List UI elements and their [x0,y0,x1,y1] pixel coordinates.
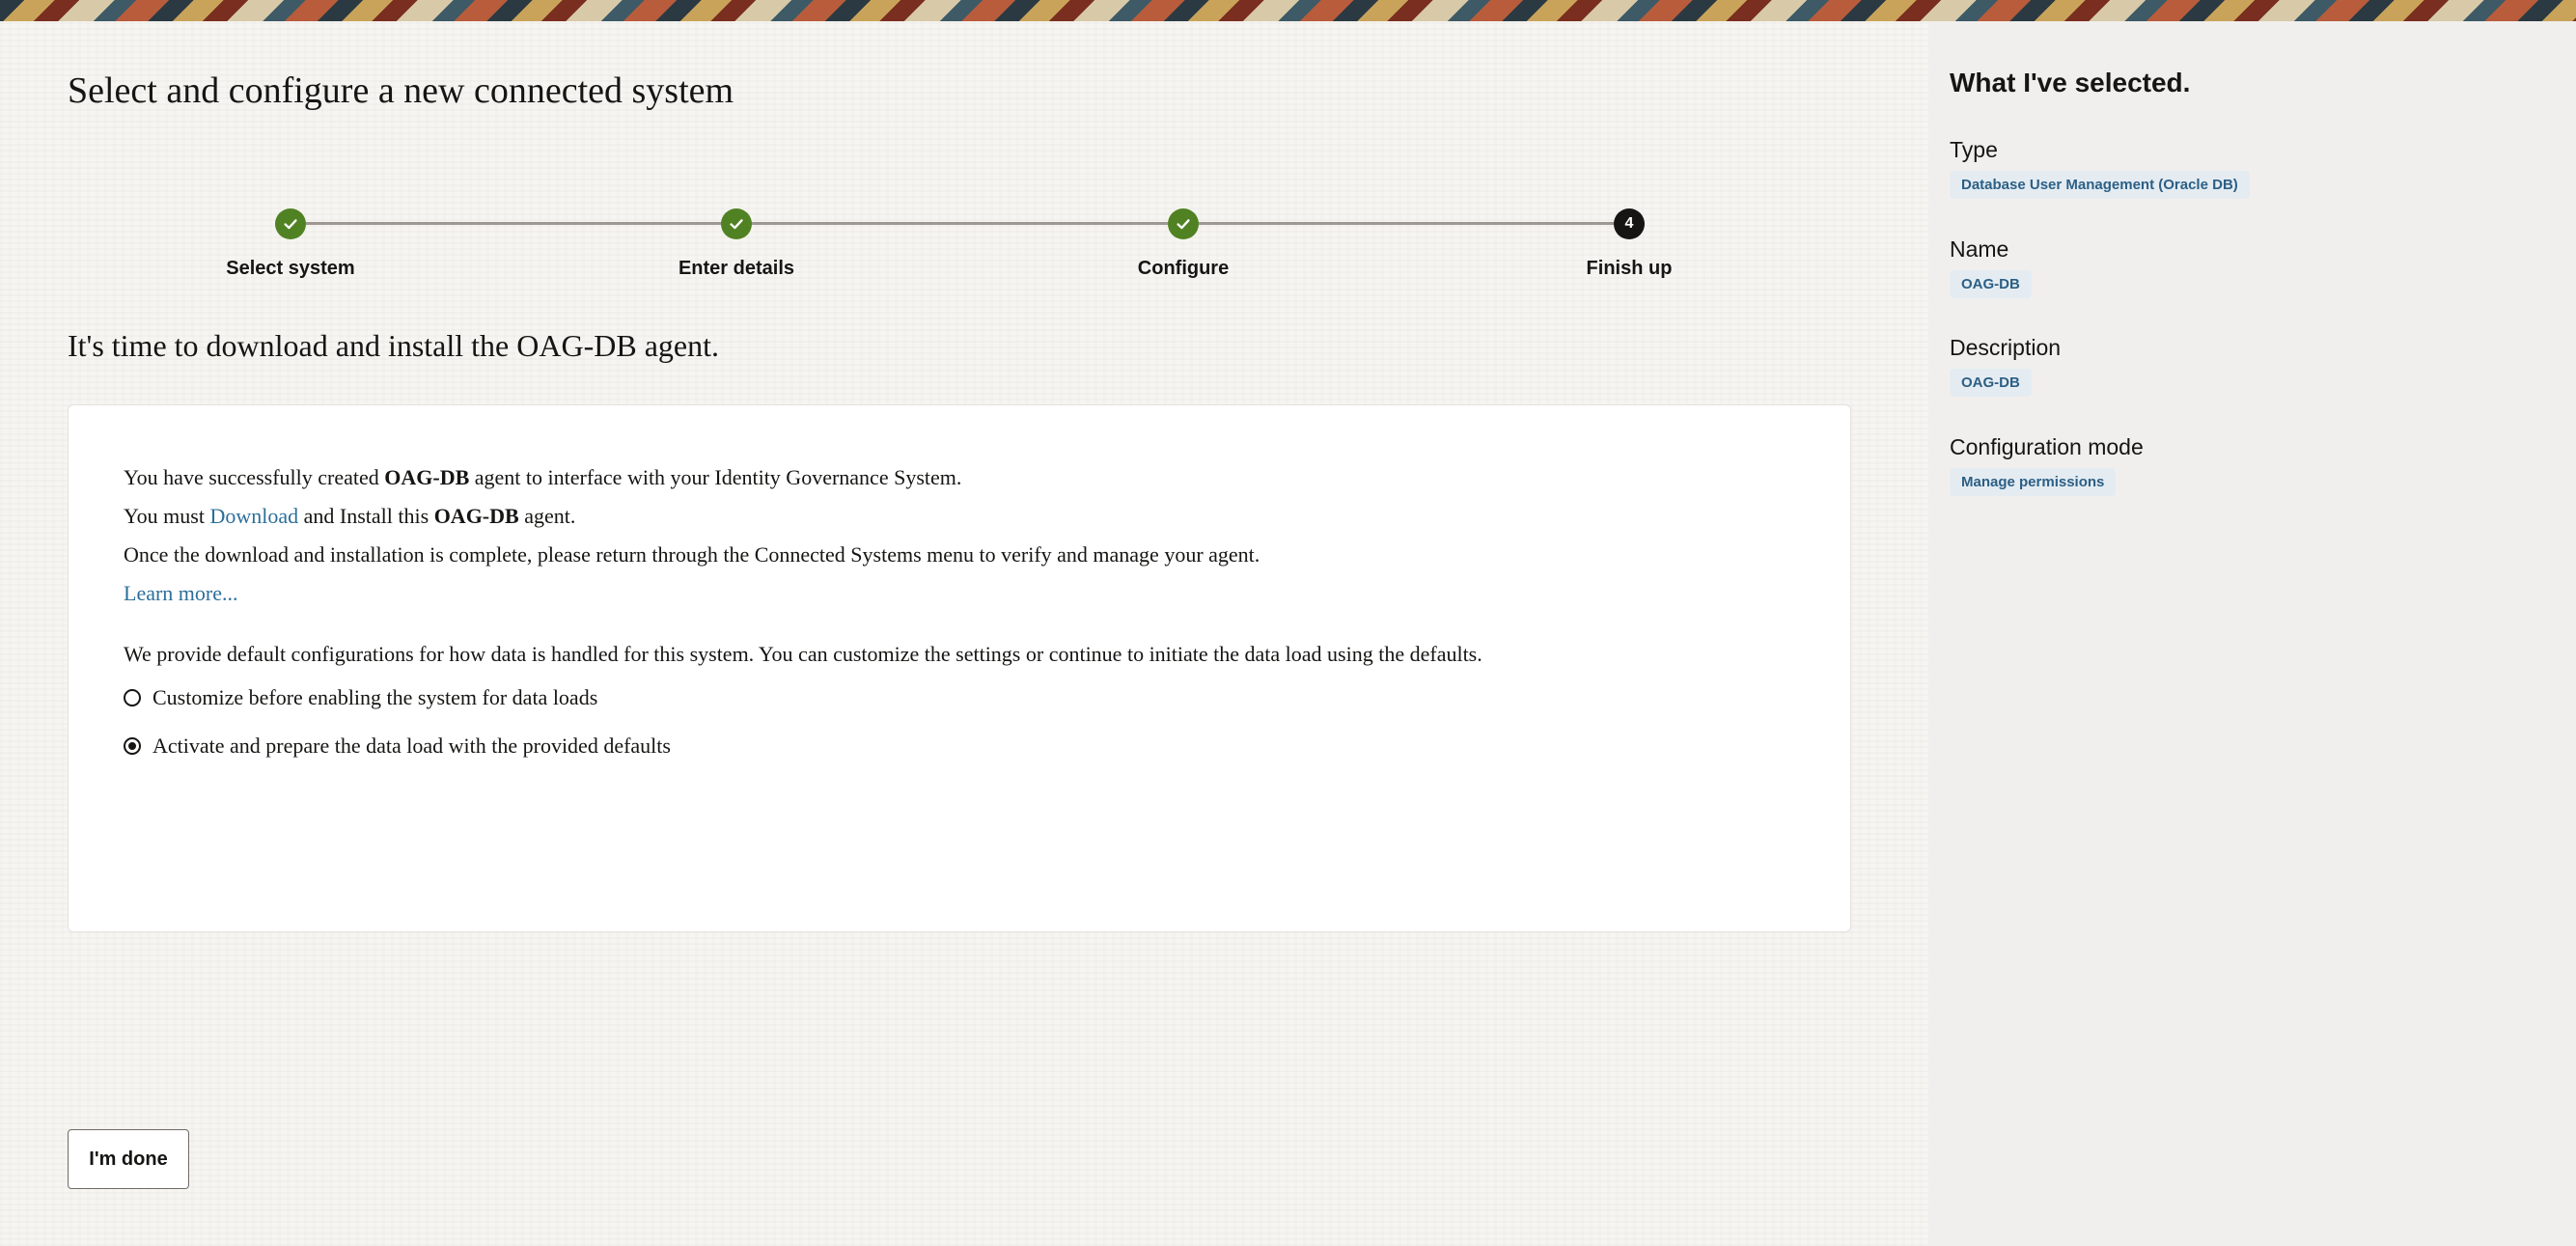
success-message-text: You have successfully created [124,465,385,489]
step-connector [290,222,735,225]
step-2-checkmark-icon [721,208,752,239]
summary-description-label: Description [1950,335,2062,360]
step-connector [1183,222,1629,225]
summary-name-label: Name [1950,236,2009,262]
download-link[interactable]: Download [209,504,298,528]
progress-stepper: Select system Enter details Configure 4 … [0,185,1928,291]
top-decorative-banner [0,0,2576,21]
summary-configuration-mode-value: Manage permissions [1950,468,2117,496]
step-label-enter-details: Enter details [678,258,795,279]
success-message-text: agent to interface with your Identity Go… [469,465,962,489]
option-activate-label: Activate and prepare the data load with … [152,734,671,758]
page-title: Select and configure a new connected sys… [68,70,734,111]
agent-name: OAG-DB [433,504,519,528]
return-instruction: Once the download and installation is co… [124,542,1260,567]
download-instruction-text: You must [124,504,210,528]
summary-description: Description OAG-DB [1950,335,2061,397]
summary-name: Name OAG-DB [1950,236,2032,298]
summary-configuration-mode: Configuration mode Manage permissions [1950,434,2144,496]
summary-type-value: Database User Management (Oracle DB) [1950,171,2250,199]
step-label-finish-up: Finish up [1586,258,1673,279]
step-label-select-system: Select system [226,258,355,279]
download-instruction-text: agent. [518,504,576,528]
main-content: Select and configure a new connected sys… [0,21,1928,1246]
selection-summary-panel: What I've selected. Type Database User M… [1928,21,2576,1246]
download-instruction: You must Download and Install this OAG-D… [124,504,575,529]
option-customize-label: Customize before enabling the system for… [152,685,598,709]
agent-install-card: You have successfully created OAG-DB age… [68,404,1851,932]
success-message: You have successfully created OAG-DB age… [124,465,961,490]
step-label-configure: Configure [1137,258,1230,279]
radio-unchecked-icon[interactable] [124,689,141,706]
download-instruction-text: and Install this [298,504,434,528]
option-activate-defaults[interactable]: Activate and prepare the data load with … [124,734,671,759]
summary-title: What I've selected. [1950,68,2191,97]
step-4-number-badge: 4 [1614,208,1645,239]
option-customize[interactable]: Customize before enabling the system for… [124,685,597,710]
step-connector [735,222,1183,225]
summary-configuration-mode-label: Configuration mode [1950,434,2144,459]
summary-description-value: OAG-DB [1950,369,2032,397]
learn-more-link[interactable]: Learn more... [124,581,238,606]
summary-type: Type Database User Management (Oracle DB… [1950,137,2250,199]
step-3-checkmark-icon [1168,208,1199,239]
step-1-checkmark-icon [275,208,306,239]
section-subtitle: It's time to download and install the OA… [68,328,719,363]
agent-name: OAG-DB [384,465,470,489]
summary-type-label: Type [1950,137,1998,162]
radio-checked-icon[interactable] [124,737,141,755]
im-done-button[interactable]: I'm done [68,1129,189,1189]
summary-name-value: OAG-DB [1950,270,2032,298]
defaults-description: We provide default configurations for ho… [124,642,1482,666]
